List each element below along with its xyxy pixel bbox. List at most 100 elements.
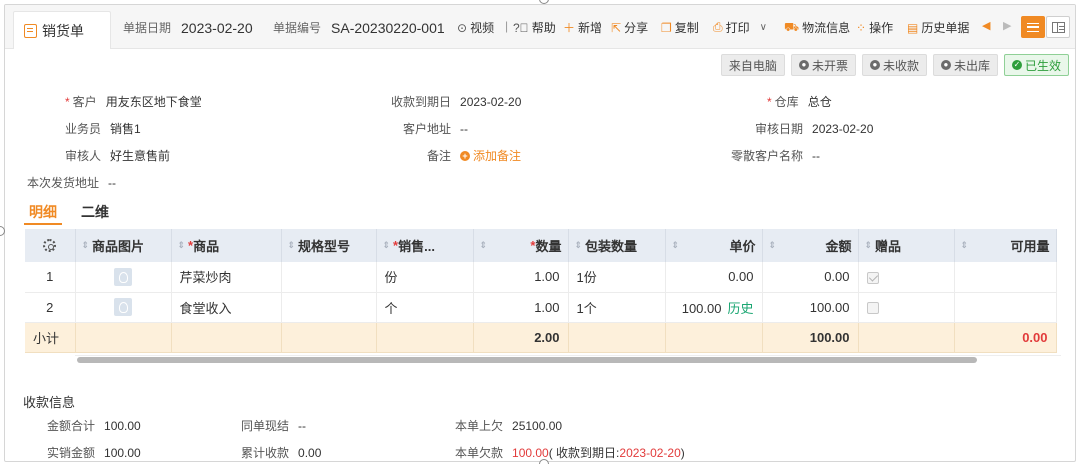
col-quantity[interactable]: ⇕ * 数量 — [473, 229, 569, 262]
unit-cell[interactable]: 份 — [376, 262, 474, 293]
sort-icon: ⇕ — [177, 240, 186, 250]
status-badges: 来自电脑 ● 未开票 ● 未收款 ● 未出库 ✓ 已生效 — [720, 54, 1069, 76]
audit-date-label: 审核日期 — [755, 122, 804, 136]
tab-two-dimension[interactable]: 二维 — [81, 202, 109, 222]
col-available[interactable]: ⇕ 可用量 — [954, 229, 1057, 262]
print-button[interactable]: ⎙ 打印 ∨ — [713, 19, 767, 36]
auditor-field: 审核人 好生意售前 — [65, 147, 170, 164]
col-image-label: 商品图片 — [92, 239, 145, 254]
help-button[interactable]: ?⃝ 帮助 — [513, 19, 556, 36]
customer-label: * 客户 — [65, 95, 97, 109]
copy-button[interactable]: ❐ 复制 — [661, 19, 699, 36]
ship-address-value[interactable]: -- — [108, 176, 116, 190]
col-product-label: 商品 — [193, 239, 220, 254]
product-image-cell[interactable] — [75, 262, 172, 293]
price-history-link[interactable]: 历史 — [727, 301, 753, 316]
horizontal-scrollbar-thumb[interactable] — [77, 357, 977, 363]
tab-sales-order[interactable]: 销货单 — [13, 11, 111, 49]
amount-cell[interactable]: 0.00 — [762, 262, 859, 293]
status-dot-icon: ● — [869, 60, 880, 70]
previous-debt-label: 本单上欠 — [455, 419, 504, 433]
plus-circle-icon: + — [460, 150, 471, 161]
salesman-field[interactable]: 业务员 销售1 — [65, 120, 141, 137]
card-view-button[interactable] — [1046, 16, 1070, 38]
table-row[interactable]: 2 食堂收入 个 1.00 1个 100.00 历史 100.00 — [25, 292, 1057, 323]
truck-icon: ⛟ — [784, 19, 800, 34]
list-view-button[interactable] — [1021, 16, 1045, 38]
product-image-cell[interactable] — [75, 292, 172, 323]
gift-checkbox[interactable] — [866, 302, 879, 315]
received-label: 累计收款 — [241, 446, 290, 460]
col-gift[interactable]: ⇕ 赠品 — [858, 229, 955, 262]
remark-label: 备注 — [427, 149, 452, 163]
share-button[interactable]: ⇱ 分享 — [611, 19, 648, 36]
product-cell[interactable]: 芹菜炒肉 — [171, 262, 282, 293]
doc-number-value: SA-20230220-001 — [331, 19, 445, 36]
tab-detail[interactable]: 明细 — [29, 202, 57, 222]
spec-cell[interactable] — [281, 262, 377, 293]
debt-due-date: 2023-02-20 — [619, 445, 681, 460]
col-pack-qty[interactable]: ⇕ 包装数量 — [568, 229, 666, 262]
bottom-resize-handle[interactable] — [539, 459, 549, 464]
subtotal-empty-cell — [376, 322, 474, 353]
operate-button[interactable]: ⁘ 操作 — [856, 19, 893, 36]
video-button[interactable]: ⊙ 视频 — [457, 19, 494, 36]
share-icon: ⇱ — [611, 20, 622, 35]
prev-arrow-icon[interactable]: ◀ — [982, 19, 990, 32]
operate-label: 操作 — [869, 21, 894, 35]
col-amount[interactable]: ⇕ 金额 — [762, 229, 859, 262]
add-button[interactable]: ＋ 新增 — [563, 19, 602, 36]
amount-cell[interactable]: 100.00 — [762, 292, 859, 323]
logistics-button[interactable]: ⛟ 物流信息 — [784, 19, 850, 36]
warehouse-value[interactable]: 总仓 — [808, 93, 832, 110]
product-cell[interactable]: 食堂收入 — [171, 292, 282, 323]
subtotal-amount: 100.00 — [762, 322, 859, 353]
available-cell — [954, 262, 1057, 293]
gift-cell[interactable] — [858, 262, 955, 293]
customer-field[interactable]: * 客户 用友东区地下食堂 — [65, 93, 202, 110]
sort-icon: ⇕ — [574, 240, 583, 250]
due-date-value[interactable]: 2023-02-20 — [460, 95, 521, 109]
gift-checkbox[interactable] — [866, 271, 879, 284]
sort-icon: ⇕ — [479, 240, 488, 250]
price-cell[interactable]: 0.00 — [665, 262, 763, 293]
subtotal-row: 小计 2.00 100.00 0.00 — [25, 322, 1057, 353]
retail-customer-value: -- — [812, 148, 821, 163]
row-number: 2 — [25, 292, 76, 323]
price-cell[interactable]: 100.00 历史 — [665, 292, 763, 323]
salesman-value[interactable]: 销售1 — [110, 120, 141, 137]
detail-table: ⇕ 商品图片 ⇕ * 商品 ⇕ 规格型号 ⇕ * 销售... ⇕ * 数量 ⇕ 包装数量 ⇕ 单价 … — [25, 229, 1057, 353]
col-price[interactable]: ⇕ 单价 — [665, 229, 763, 262]
list-view-icon — [1027, 22, 1039, 32]
col-product[interactable]: ⇕ * 商品 — [171, 229, 282, 262]
due-date-label: 收款到期日 — [391, 95, 452, 109]
unit-cell[interactable]: 个 — [376, 292, 474, 323]
col-sales-unit[interactable]: ⇕ * 销售... — [376, 229, 474, 262]
col-spec[interactable]: ⇕ 规格型号 — [281, 229, 377, 262]
check-circle-icon: ✓ — [1011, 60, 1022, 70]
next-arrow-icon[interactable]: ▶ — [1003, 19, 1011, 32]
previous-debt-field: 本单上欠 25100.00 — [455, 417, 562, 434]
column-settings[interactable] — [25, 229, 76, 262]
badge-receipt-label: 未收款 — [882, 58, 919, 73]
warehouse-field[interactable]: * 仓库 总仓 — [767, 93, 832, 110]
quantity-cell[interactable]: 1.00 — [473, 262, 569, 293]
chevron-down-icon[interactable]: ∨ — [760, 22, 767, 33]
history-button[interactable]: ▤ 历史单据 — [907, 19, 969, 36]
doc-date-value[interactable]: 2023-02-20 — [181, 20, 253, 36]
received-field: 累计收款 0.00 — [241, 444, 321, 461]
add-remark-button[interactable]: + 添加备注 — [460, 147, 521, 164]
active-tab-indicator — [24, 223, 62, 225]
price-value: 0.00 — [728, 269, 754, 285]
top-toolbar: 销货单 单据日期 2023-02-20 单据编号 SA-20230220-001… — [5, 5, 1075, 49]
ship-address-field[interactable]: 本次发货地址 -- — [27, 174, 116, 191]
spec-cell[interactable] — [281, 292, 377, 323]
table-row[interactable]: 1 芹菜炒肉 份 1.00 1份 0.00 0.00 — [25, 262, 1057, 293]
due-date-field[interactable]: 收款到期日 2023-02-20 — [391, 93, 521, 110]
quantity-cell[interactable]: 1.00 — [473, 292, 569, 323]
print-label: 打印 — [725, 21, 750, 35]
gift-cell[interactable] — [858, 292, 955, 323]
document-icon — [24, 23, 37, 38]
col-image[interactable]: ⇕ 商品图片 — [75, 229, 172, 262]
customer-value[interactable]: 用友东区地下食堂 — [106, 93, 202, 110]
